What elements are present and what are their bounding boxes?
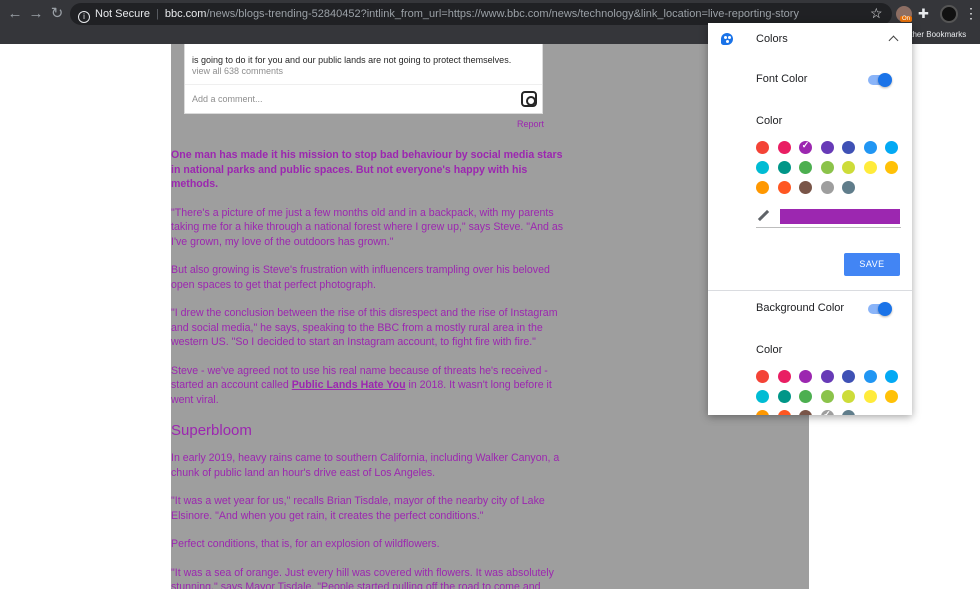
color-swatch[interactable]: [799, 161, 812, 174]
color-swatch[interactable]: [756, 181, 769, 194]
view-comments-link[interactable]: view all 638 comments: [192, 66, 283, 76]
report-link[interactable]: Report: [517, 119, 544, 129]
color-swatch[interactable]: [863, 390, 877, 403]
instagram-embed: is going to do it for you and our public…: [184, 44, 543, 114]
color-swatch[interactable]: [863, 370, 877, 383]
color-swatch[interactable]: [842, 161, 855, 174]
color-swatch[interactable]: [820, 390, 834, 403]
paragraph: In early 2019, heavy rains came to south…: [171, 452, 560, 479]
chevron-up-icon[interactable]: [888, 33, 898, 43]
instagram-caption: is going to do it for you and our public…: [192, 55, 512, 65]
color-swatch[interactable]: [756, 370, 769, 383]
color-swatch[interactable]: [756, 410, 769, 415]
public-lands-link[interactable]: Public Lands Hate You: [292, 379, 406, 391]
color-label: Color: [756, 115, 783, 127]
paragraph: Perfect conditions, that is, for an expl…: [171, 538, 440, 550]
selected-color-preview[interactable]: [780, 209, 900, 224]
extension-icon[interactable]: On: [896, 6, 913, 22]
profile-avatar[interactable]: [940, 5, 958, 23]
toggle-knob: [878, 73, 892, 87]
save-button[interactable]: SAVE: [844, 253, 900, 276]
color-swatch[interactable]: [820, 181, 834, 194]
font-color-label: Font Color: [756, 73, 808, 85]
color-swatch[interactable]: [756, 161, 769, 174]
article-body: One man has made it his mission to stop …: [171, 148, 566, 589]
color-swatch[interactable]: [799, 410, 812, 415]
color-swatch[interactable]: [842, 410, 855, 415]
color-swatch[interactable]: [799, 140, 812, 154]
bookmark-star-icon[interactable]: ☆: [870, 5, 883, 22]
article-lead: One man has made it his mission to stop …: [171, 149, 563, 190]
color-swatch[interactable]: [885, 141, 898, 154]
paragraph: "I drew the conclusion between the rise …: [171, 307, 558, 348]
popup-divider: [708, 290, 912, 291]
address-separator: |: [156, 8, 159, 20]
color-swatch[interactable]: [863, 161, 877, 174]
color-swatch[interactable]: [842, 181, 855, 194]
background-color-toggle[interactable]: [868, 302, 892, 316]
address-bar[interactable]: i Not Secure | bbc.com/news/blogs-trending-…: [70, 3, 892, 25]
instagram-divider: [185, 84, 542, 85]
color-swatch[interactable]: [777, 370, 791, 383]
popup-title: Colors: [756, 33, 788, 45]
paragraph: "There's a picture of me just a few mont…: [171, 206, 564, 248]
section-heading: Superbloom: [171, 422, 252, 439]
paragraph: "It was a sea of orange. Just every hill…: [171, 566, 554, 589]
color-swatch[interactable]: [799, 390, 812, 403]
color-swatch[interactable]: [756, 390, 769, 403]
picker-underline: [756, 227, 901, 228]
color-swatch[interactable]: [777, 390, 791, 403]
color-swatch[interactable]: [863, 141, 877, 154]
color-swatch[interactable]: [820, 161, 834, 174]
background-color-sub-label: Color: [756, 344, 783, 356]
url-host: bbc.com: [164, 8, 207, 20]
color-swatch[interactable]: [799, 370, 812, 383]
security-label: Not Secure: [95, 8, 151, 20]
color-swatch[interactable]: [842, 390, 855, 403]
font-color-toggle[interactable]: [868, 73, 892, 87]
color-swatch[interactable]: [820, 370, 834, 383]
color-swatch[interactable]: [799, 181, 812, 194]
color-swatch[interactable]: [842, 141, 855, 154]
color-swatch[interactable]: [777, 410, 791, 415]
paragraph: Steve - we've agreed not to use his real…: [171, 364, 552, 406]
color-swatch[interactable]: [820, 141, 834, 154]
color-swatch[interactable]: [777, 161, 791, 174]
other-bookmarks[interactable]: Other Bookmarks: [904, 28, 966, 42]
color-swatch[interactable]: [885, 390, 898, 403]
url-path: /news/blogs-trending-52840452?intlink_fr…: [206, 8, 799, 20]
color-swatch[interactable]: [885, 370, 898, 383]
extensions-puzzle-icon[interactable]: ✚: [918, 6, 929, 22]
eyedropper-icon[interactable]: [756, 209, 770, 223]
paragraph: "It was a wet year for us," recalls Bria…: [171, 495, 545, 522]
color-swatch[interactable]: [820, 409, 834, 415]
popup-header[interactable]: Colors: [708, 23, 912, 57]
color-swatch[interactable]: [842, 370, 855, 383]
paragraph: But also growing is Steve's frustration …: [171, 264, 550, 291]
color-swatch[interactable]: [885, 161, 898, 174]
colors-popup: Colors Font Color Color SAVE Background …: [708, 23, 912, 415]
extension-badge: On: [900, 16, 913, 22]
color-swatch[interactable]: [777, 141, 791, 154]
color-swatch[interactable]: [777, 181, 791, 194]
reload-icon[interactable]: ↻: [48, 5, 66, 23]
forward-icon[interactable]: →: [27, 5, 45, 23]
background-color-label: Background Color: [756, 302, 845, 314]
instagram-icon[interactable]: [521, 91, 537, 107]
info-icon[interactable]: i: [78, 11, 90, 23]
palette-icon: [721, 33, 733, 45]
menu-more-icon[interactable]: ⋮: [964, 5, 978, 22]
back-icon[interactable]: ←: [6, 5, 24, 23]
toggle-knob: [878, 302, 892, 316]
add-comment-input[interactable]: Add a comment...: [192, 94, 263, 104]
color-swatch[interactable]: [756, 141, 769, 154]
